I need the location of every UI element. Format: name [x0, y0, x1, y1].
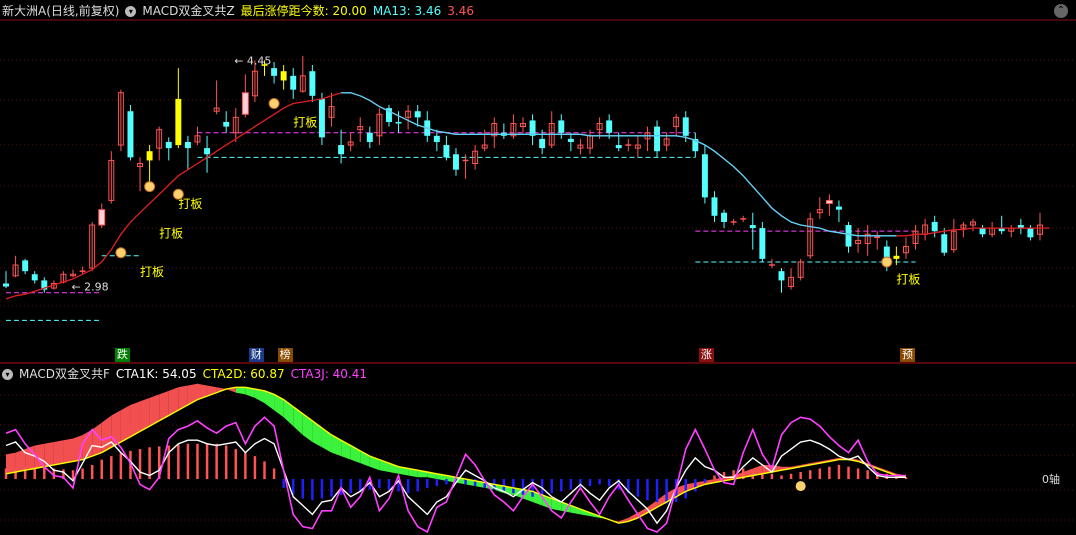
- macd-ribbon: [53, 440, 64, 465]
- candle-body: [711, 197, 718, 216]
- candle-body: [778, 271, 785, 281]
- candle-body: [175, 98, 182, 146]
- price-extreme-label: ← 2.98: [71, 281, 108, 294]
- chevron-down-icon[interactable]: ▾: [2, 368, 13, 380]
- chevron-down-icon[interactable]: ▾: [125, 5, 137, 17]
- daban-label: 打板: [178, 197, 202, 211]
- candle-body: [539, 138, 546, 149]
- candle-body: [845, 225, 852, 247]
- macd-ribbon: [178, 385, 188, 411]
- candle-body: [31, 274, 38, 281]
- candle-body: [433, 135, 440, 142]
- macd-ribbon: [120, 404, 131, 442]
- candle-body: [3, 283, 9, 287]
- candle-body: [271, 68, 278, 76]
- candle-body: [721, 212, 728, 222]
- macd-panel: 0轴: [0, 383, 1076, 534]
- macd-indicator-name[interactable]: MACD双金叉共F: [19, 365, 110, 383]
- pointing-hand-icon: [172, 188, 184, 200]
- candle-body: [395, 121, 402, 124]
- event-marker[interactable]: 榜: [277, 348, 293, 362]
- candle-body: [366, 132, 373, 142]
- price-extreme-label: ← 4.45: [234, 54, 271, 67]
- candle-body: [529, 120, 536, 136]
- candle-body: [223, 121, 230, 127]
- event-marker[interactable]: 跌: [114, 348, 130, 362]
- candle-body: [931, 221, 938, 232]
- candle-body: [606, 120, 613, 133]
- chevron-up-icon[interactable]: ⌃: [1054, 4, 1068, 18]
- macd-panel-header: ▾ MACD双金叉共F CTA1K: 54.05 CTA2D: 60.87 CT…: [2, 365, 367, 383]
- macd-ribbon: [63, 438, 74, 464]
- macd-ribbon: [6, 452, 16, 474]
- candle-body: [654, 126, 661, 152]
- candle-body: [309, 71, 316, 96]
- candle-body: [184, 141, 191, 149]
- candle-body: [453, 154, 459, 170]
- candle-body: [165, 141, 172, 149]
- macd-ribbon: [235, 387, 246, 395]
- candle-body: [759, 228, 766, 259]
- coin-icon: [795, 481, 806, 492]
- daban-label: 打板: [896, 272, 920, 286]
- pointing-hand-icon: [144, 181, 156, 193]
- price-panel: ← 4.45← 2.98打板打板打板打板打板: [0, 19, 1076, 364]
- candle-body-hollow: [241, 92, 249, 115]
- candle-body: [443, 145, 450, 158]
- indicator-name[interactable]: MACD双金叉共Z: [142, 2, 234, 20]
- daban-label: 打板: [159, 226, 183, 240]
- candle-body: [204, 148, 211, 155]
- candle-body: [1027, 228, 1034, 238]
- candle-body-hollow: [98, 209, 106, 226]
- candle-body: [22, 260, 29, 272]
- macd-ribbon: [15, 449, 26, 472]
- candle-body: [682, 117, 689, 136]
- stock-chart: ← 4.45← 2.98打板打板打板打板打板 0轴: [0, 19, 1076, 534]
- candle-body: [127, 111, 134, 158]
- price-panel-header: 新大洲A(日线,前复权) ▾ MACD双金叉共Z 最后涨停距今数: 20.00 …: [2, 2, 474, 20]
- candle-body: [979, 228, 986, 235]
- stat-value: 3.46: [447, 4, 474, 18]
- stock-name: 新大洲A(日线,前复权): [2, 4, 120, 18]
- ma13-line-falling: [341, 92, 897, 237]
- candle-body: [290, 75, 297, 90]
- candle-body: [567, 138, 574, 142]
- candle-body: [414, 111, 421, 118]
- candle-body: [146, 151, 153, 161]
- event-marker[interactable]: 财: [248, 348, 264, 362]
- candle-body: [835, 206, 842, 210]
- candle-body: [749, 225, 756, 229]
- candle-body: [615, 145, 622, 149]
- zero-axis-label: 0轴: [1042, 472, 1060, 486]
- cta3j-value: CTA3J: 40.41: [290, 367, 368, 381]
- cta2d-value: CTA2D: 60.87: [202, 367, 285, 381]
- candle-body: [701, 154, 708, 198]
- candle-body: [558, 120, 565, 133]
- pointing-hand-icon: [268, 98, 280, 110]
- candle-body: [941, 234, 948, 253]
- event-marker[interactable]: 预: [899, 348, 915, 362]
- daban-label: 打板: [293, 116, 317, 130]
- candle-body: [338, 145, 345, 155]
- candle-body: [280, 71, 287, 81]
- cta1k-value: CTA1K: 54.05: [115, 367, 197, 381]
- pointing-hand-icon: [115, 247, 127, 259]
- stat-ma13: MA13: 3.46: [372, 4, 442, 18]
- candle-body: [893, 255, 900, 259]
- stat-last-limit-up: 最后涨停距今数: 20.00: [240, 4, 367, 18]
- event-marker[interactable]: 涨: [698, 348, 714, 362]
- pointing-hand-icon: [881, 256, 893, 268]
- candle-body-hollow: [825, 199, 833, 204]
- candle-body: [318, 98, 325, 138]
- daban-label: 打板: [140, 265, 164, 279]
